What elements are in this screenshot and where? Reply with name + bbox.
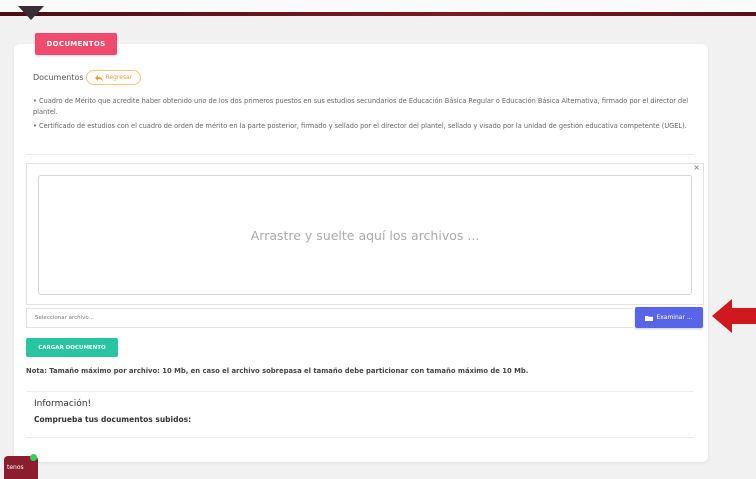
documentos-row: Documentos Regresar: [33, 70, 142, 85]
dropzone-frame: × Arrastre y suelte aquí los archivos ..…: [26, 163, 704, 305]
file-name-input[interactable]: Seleccionar archivo...: [26, 308, 633, 328]
requirement-item-1: • Cuadro de Mérito que acredite haber ob…: [33, 97, 689, 116]
divider: [26, 391, 694, 392]
chat-label: tenos: [7, 464, 24, 471]
dropzone-text: Arrastre y suelte aquí los archivos ...: [250, 227, 480, 243]
requirement-item-2: • Certificado de estudios con el cuadro …: [33, 122, 687, 130]
header-accent-line: [0, 12, 756, 16]
examinar-label: Examinar ...: [656, 314, 693, 321]
info-subtitle: Comprueba tus documentos subidos:: [34, 415, 192, 424]
regresar-label: Regresar: [105, 74, 133, 81]
divider: [26, 437, 694, 438]
cargar-documento-button[interactable]: CARGAR DOCUMENTO: [26, 338, 118, 357]
documentos-label: Documentos: [33, 73, 84, 82]
regresar-button[interactable]: Regresar: [85, 70, 142, 85]
size-note: Nota: Tamaño máximo por archivo: 10 Mb, …: [26, 367, 529, 375]
online-status-dot: [30, 454, 37, 461]
documentos-badge: DOCUMENTOS: [35, 33, 117, 55]
info-title: Información!: [34, 399, 92, 409]
reply-icon: [94, 74, 103, 81]
examinar-button[interactable]: Examinar ...: [635, 307, 703, 328]
close-icon[interactable]: ×: [693, 163, 700, 172]
arrow-left-icon: [712, 299, 756, 333]
folder-icon: [645, 315, 654, 321]
dropzone[interactable]: Arrastre y suelte aquí los archivos ...: [38, 175, 692, 295]
divider: [26, 154, 694, 155]
